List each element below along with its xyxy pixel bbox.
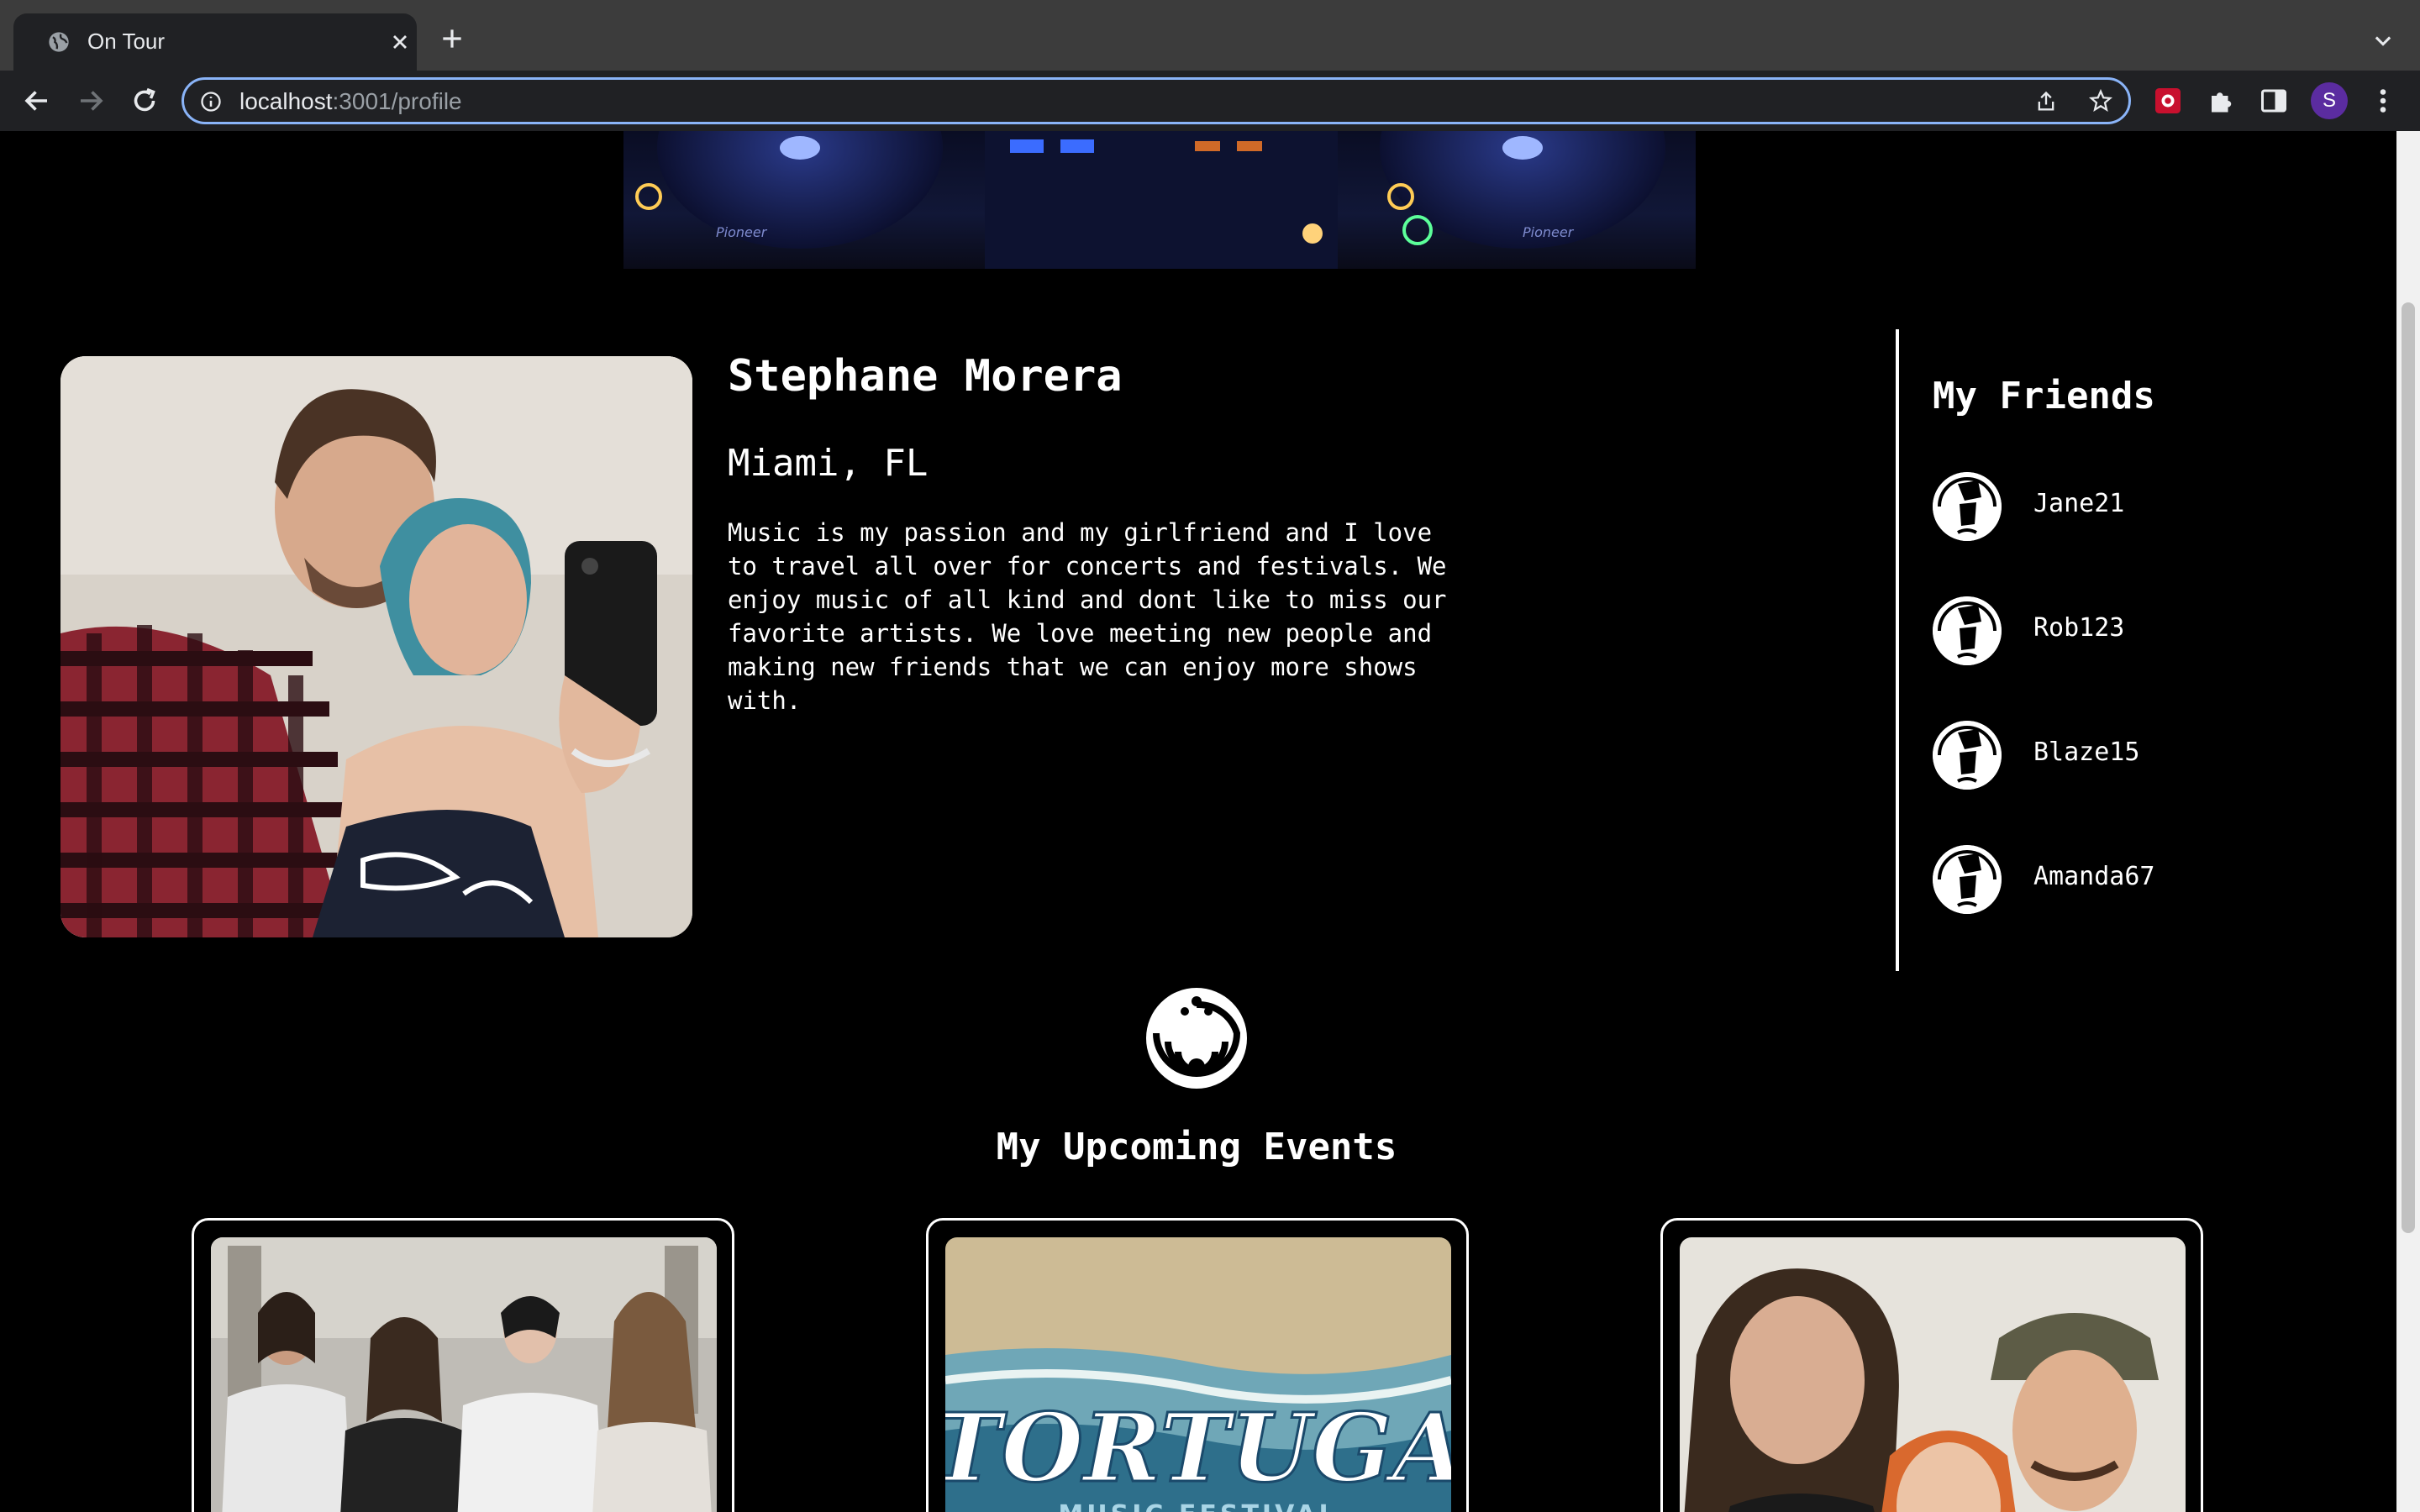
friend-item[interactable]: Blaze15 bbox=[1933, 721, 2353, 790]
globe-icon bbox=[49, 32, 69, 52]
browser-tab[interactable]: On Tour bbox=[13, 13, 417, 71]
tab-search-chevron-icon[interactable] bbox=[2371, 29, 2395, 52]
share-icon[interactable] bbox=[2034, 90, 2058, 113]
friend-avatar bbox=[1933, 472, 2002, 541]
tab-title: On Tour bbox=[87, 29, 166, 54]
site-info-icon[interactable] bbox=[199, 90, 223, 113]
page-viewport: Pioneer Pioneer Stephane Morera Miami, F… bbox=[0, 131, 2420, 1512]
browser-toolbar: localhost:3001/profile S bbox=[0, 71, 2420, 131]
friend-item[interactable]: Amanda67 bbox=[1933, 845, 2353, 914]
site-logo-icon bbox=[1146, 988, 1247, 1089]
bookmark-star-icon[interactable] bbox=[2088, 88, 2113, 113]
browser-menu-icon[interactable] bbox=[2371, 86, 2395, 116]
tab-strip: On Tour bbox=[0, 0, 2420, 71]
poster-subtitle: MUSIC FESTIVAL bbox=[1058, 1500, 1338, 1512]
friend-name[interactable]: Blaze15 bbox=[2033, 738, 2139, 767]
friends-divider bbox=[1896, 329, 1899, 971]
friend-name[interactable]: Rob123 bbox=[2033, 613, 2124, 643]
friend-item[interactable]: Jane21 bbox=[1933, 472, 2353, 541]
new-tab-icon[interactable] bbox=[439, 25, 466, 52]
back-icon[interactable] bbox=[22, 86, 52, 116]
profile-location: Miami, FL bbox=[728, 442, 929, 485]
dj-mixer-banner-image: Pioneer Pioneer bbox=[623, 131, 1696, 269]
event-image: TORTUGA MUSIC FESTIVAL bbox=[945, 1237, 1451, 1512]
page-scrollbar[interactable] bbox=[2396, 131, 2420, 1512]
friend-name[interactable]: Jane21 bbox=[2033, 489, 2124, 518]
url-host: localhost bbox=[239, 88, 333, 114]
svg-text:Pioneer: Pioneer bbox=[716, 224, 768, 240]
friend-item[interactable]: Rob123 bbox=[1933, 596, 2353, 665]
poster-title: TORTUGA bbox=[945, 1394, 1451, 1504]
event-card[interactable] bbox=[1660, 1218, 2203, 1512]
side-panel-icon[interactable] bbox=[2259, 86, 2289, 116]
url-path: :3001/profile bbox=[332, 88, 462, 114]
address-bar[interactable]: localhost:3001/profile bbox=[182, 77, 2131, 124]
event-image bbox=[211, 1237, 717, 1512]
extensions-puzzle-icon[interactable] bbox=[2207, 86, 2237, 116]
close-tab-icon[interactable] bbox=[388, 30, 412, 54]
scrollbar-thumb[interactable] bbox=[2402, 302, 2415, 1233]
profile-photo bbox=[60, 356, 692, 937]
extension-app-icon[interactable] bbox=[2153, 86, 2183, 116]
event-card[interactable]: TORTUGA MUSIC FESTIVAL bbox=[926, 1218, 1469, 1512]
forward-icon[interactable] bbox=[76, 86, 106, 116]
profile-name: Stephane Morera bbox=[728, 351, 1123, 402]
upcoming-events-title: My Upcoming Events bbox=[996, 1126, 1397, 1168]
event-card[interactable] bbox=[192, 1218, 734, 1512]
profile-avatar-button[interactable]: S bbox=[2311, 82, 2348, 119]
friend-avatar bbox=[1933, 721, 2002, 790]
friend-avatar bbox=[1933, 845, 2002, 914]
reload-icon[interactable] bbox=[129, 86, 160, 116]
profile-bio: Music is my passion and my girlfriend an… bbox=[728, 518, 1447, 715]
friend-avatar bbox=[1933, 596, 2002, 665]
friend-name[interactable]: Amanda67 bbox=[2033, 862, 2155, 891]
url-text: localhost:3001/profile bbox=[239, 88, 462, 115]
friends-title: My Friends bbox=[1933, 375, 2155, 417]
svg-text:Pioneer: Pioneer bbox=[1523, 224, 1575, 240]
event-image bbox=[1680, 1237, 2186, 1512]
